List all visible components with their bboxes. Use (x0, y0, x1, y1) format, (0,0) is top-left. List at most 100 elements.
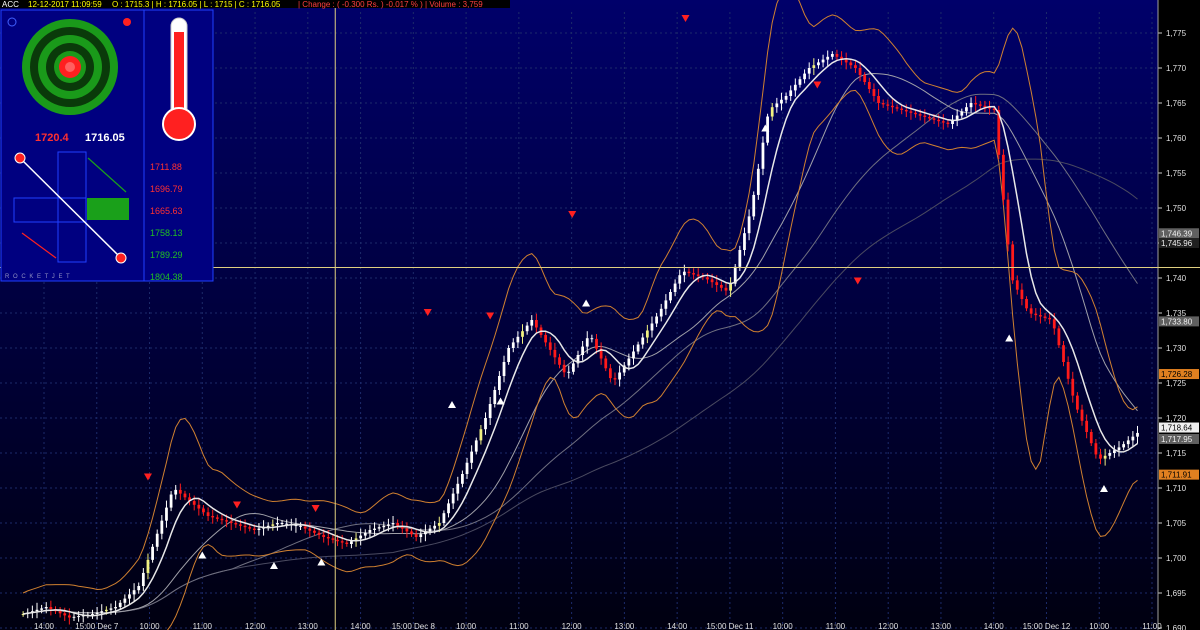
candle-body (886, 104, 890, 106)
candle-body (382, 525, 386, 528)
candle-body (673, 283, 677, 292)
candle-body (978, 104, 982, 106)
candle-body (521, 331, 524, 337)
candle-body (830, 54, 834, 57)
y-tick-label: 1,750 (1166, 204, 1187, 213)
candle-body (618, 372, 622, 380)
candle-body (77, 616, 80, 618)
candle-body (770, 107, 774, 117)
candle-body (95, 612, 99, 614)
y-tick-label: 1,695 (1166, 589, 1187, 598)
candle-body (336, 539, 339, 542)
candle-body (525, 325, 529, 332)
candle-body (817, 62, 820, 66)
candle-body (414, 534, 418, 537)
candle-body (470, 451, 474, 463)
candle-body (410, 531, 413, 535)
y-tick-label: 1,690 (1166, 624, 1187, 630)
candle-body (1062, 345, 1065, 362)
candle-body (895, 107, 899, 109)
candle-body (955, 115, 959, 120)
candle-body (812, 65, 816, 68)
candle-body (377, 527, 381, 529)
candle-body (849, 62, 853, 66)
price-tag-label: 1,726.28 (1161, 370, 1193, 379)
candle-body (743, 233, 746, 250)
widget-level-1: 1711.88 (150, 162, 182, 172)
candle-body (465, 462, 469, 474)
x-tick-label: 12:00 (562, 622, 583, 630)
y-tick-label: 1,755 (1166, 169, 1187, 178)
y-tick-label: 1,770 (1166, 64, 1187, 73)
candle-body (581, 346, 585, 355)
candle-body (248, 527, 252, 529)
candle-body (965, 107, 968, 112)
candle-body (1039, 315, 1042, 317)
candle-body (803, 73, 806, 80)
candle-body (141, 572, 145, 586)
candle-body (165, 507, 168, 521)
candle-body (923, 115, 927, 117)
candle-body (608, 368, 612, 379)
candle-body (72, 616, 76, 618)
candle-body (507, 348, 511, 362)
candle-body (146, 559, 150, 573)
candle-body (1006, 199, 1010, 245)
candle-body (567, 371, 571, 373)
candle-body (257, 528, 261, 530)
candle-body (669, 292, 672, 301)
candle-body (692, 273, 695, 275)
candle-body (396, 523, 400, 526)
candle-body (373, 528, 376, 530)
rocket-jet-widget[interactable]: 1720.4 1716.05 1711.88 1696.79 1665.63 1758… (0, 9, 214, 282)
x-tick-label: 15:00 Dec 8 (392, 622, 436, 630)
candle-body (918, 114, 922, 116)
candle-body (280, 523, 284, 524)
candle-body (1043, 316, 1047, 318)
candle-body (229, 521, 233, 523)
candle-body (1020, 289, 1024, 299)
candle-body (645, 330, 649, 338)
candle-body (604, 358, 608, 369)
candle-body (821, 59, 825, 63)
candle-body (345, 542, 349, 544)
candle-body (1136, 432, 1139, 437)
candle-body (752, 194, 756, 217)
chart-area[interactable]: 1,7751,7701,7651,7601,7551,7501,7451,740… (0, 0, 1200, 630)
x-tick-label: 14:00 (984, 622, 1005, 630)
candle-body (590, 338, 594, 340)
candle-body (1131, 436, 1135, 441)
y-tick-label: 1,740 (1166, 274, 1187, 283)
candle-body (1034, 313, 1038, 316)
candle-body (299, 525, 302, 527)
candle-body (756, 168, 760, 195)
candle-body (49, 607, 53, 610)
price-tag-label: 1,745.96 (1161, 239, 1193, 248)
price-tag-label: 1,717.95 (1161, 435, 1193, 444)
x-tick-label: 10:00 (456, 622, 477, 630)
widget-level-2: 1696.79 (150, 184, 183, 194)
candle-body (211, 516, 215, 518)
candle-body (807, 68, 811, 74)
candle-body (650, 323, 654, 331)
candle-body (636, 344, 640, 352)
candlestick-chart[interactable]: 1,7751,7701,7651,7601,7551,7501,7451,740… (0, 0, 1200, 630)
candle-body (234, 523, 238, 525)
candle-body (1094, 443, 1098, 455)
candle-body (941, 121, 945, 123)
candle-body (303, 526, 307, 529)
candle-body (44, 607, 48, 609)
x-tick-label: 10:00 (773, 622, 794, 630)
candle-body (479, 429, 483, 441)
candle-body (326, 537, 330, 539)
candle-body (904, 110, 908, 112)
candle-body (664, 300, 668, 309)
candle-body (313, 530, 316, 533)
candle-body (215, 517, 219, 519)
candle-body (780, 99, 783, 104)
candle-body (553, 349, 557, 358)
candle-body (696, 274, 700, 276)
widget-level-6: 1804.38 (150, 272, 183, 282)
candle-body (793, 84, 797, 91)
header-ohlc: O : 1715.3 | H : 1716.05 | L : 1715 | C … (112, 0, 281, 9)
